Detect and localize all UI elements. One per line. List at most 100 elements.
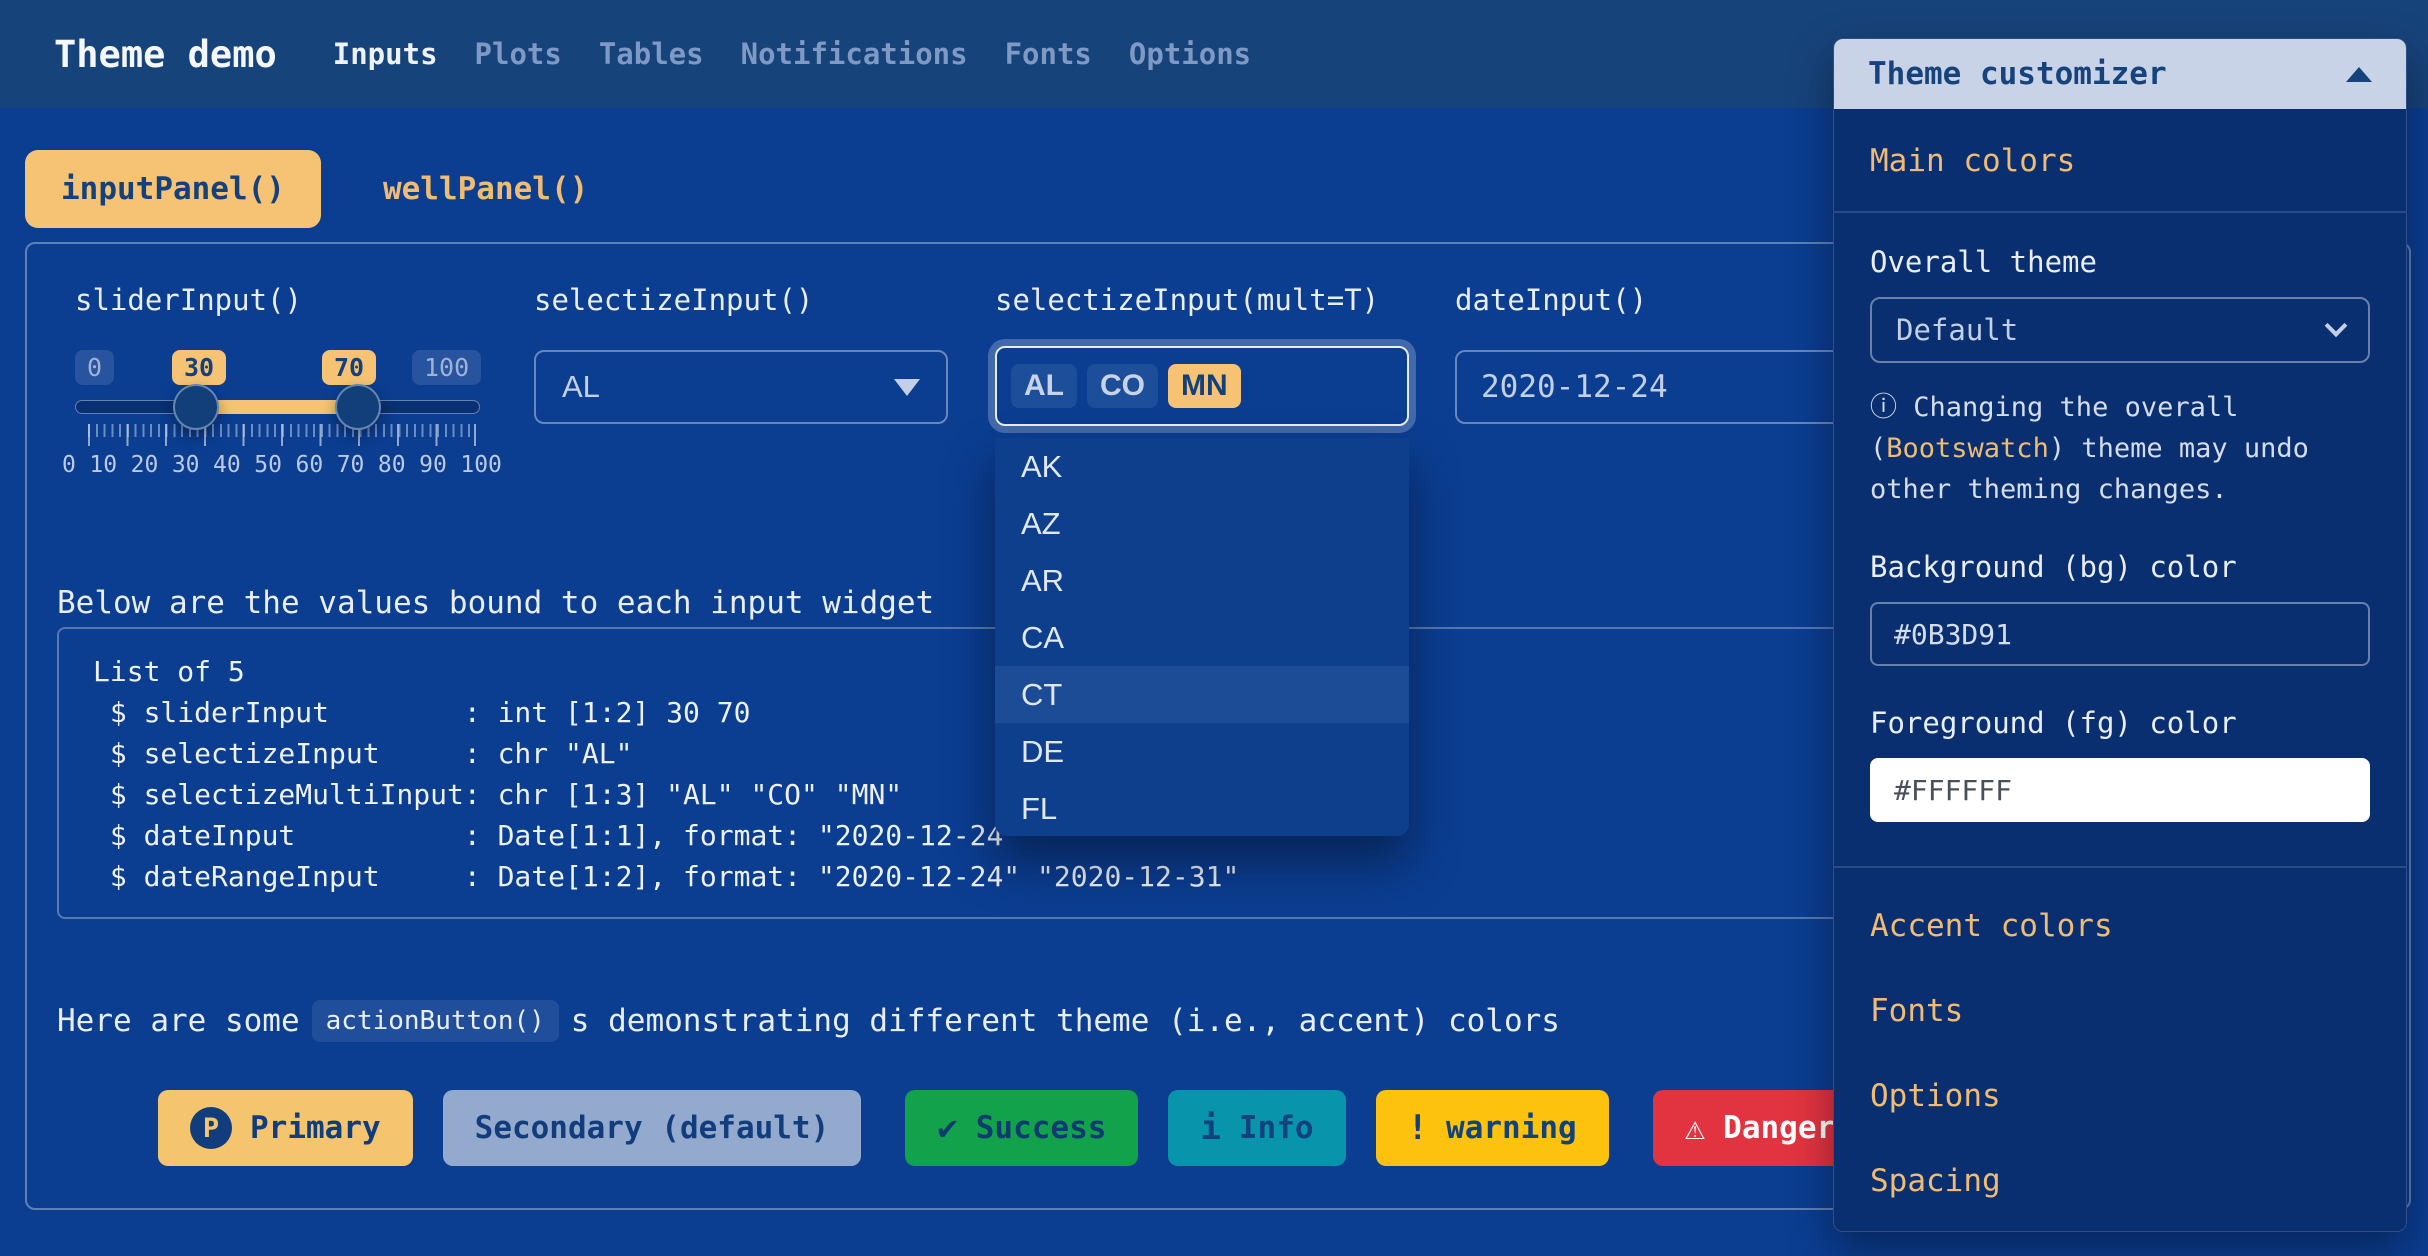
navbar-brand[interactable]: Theme demo [54, 33, 277, 76]
dropdown-option-fl[interactable]: FL [995, 780, 1409, 836]
section-link-options[interactable]: Options [1870, 1078, 2370, 1114]
nav-item-tables[interactable]: Tables [599, 37, 704, 71]
slider-tick-labels: 0 10 20 30 40 50 60 70 80 90 100 [62, 452, 502, 478]
primary-button[interactable]: P Primary [158, 1090, 413, 1166]
multi-select-label: selectizeInput(mult=T) [995, 283, 1379, 317]
bg-color-value: #0B3D91 [1894, 618, 2012, 651]
secondary-button[interactable]: Secondary (default) [443, 1090, 862, 1166]
caret-down-icon [894, 379, 920, 396]
slider-handle-from[interactable] [173, 384, 219, 430]
section-link-spacing[interactable]: Spacing [1870, 1163, 2370, 1199]
overall-theme-label: Overall theme [1870, 245, 2370, 279]
warning-button[interactable]: ! warning [1376, 1090, 1609, 1166]
selected-tag-mn[interactable]: MN [1168, 364, 1241, 408]
nav-item-options[interactable]: Options [1129, 37, 1251, 71]
divider [1834, 866, 2406, 868]
tick-label: 0 [62, 452, 76, 478]
nav-item-fonts[interactable]: Fonts [1005, 37, 1092, 71]
dropdown-option-ak[interactable]: AK [995, 438, 1409, 495]
action-button-row: P Primary Secondary (default) ✔ Success … [158, 1090, 1867, 1166]
danger-button-label: Danger [1723, 1110, 1835, 1146]
select-label: selectizeInput() [534, 283, 813, 317]
section-link-main-colors[interactable]: Main colors [1870, 143, 2370, 179]
nav-item-inputs[interactable]: Inputs [333, 37, 438, 71]
slider-max-badge: 100 [412, 350, 481, 385]
section-link-accent-colors[interactable]: Accent colors [1870, 908, 2370, 944]
slider-to-badge: 70 [322, 350, 376, 385]
exclamation-icon: ! [1408, 1108, 1428, 1148]
multi-select-control[interactable]: AL CO MN [995, 346, 1409, 426]
theme-customizer-panel: Theme customizer Main colors Overall the… [1833, 38, 2407, 1232]
nav-item-notifications[interactable]: Notifications [741, 37, 968, 71]
slider-selected-range[interactable] [196, 400, 358, 414]
customizer-title: Theme customizer [1868, 56, 2167, 92]
selected-tag-al[interactable]: AL [1011, 364, 1077, 408]
info-button-label: Info [1239, 1110, 1314, 1146]
nav-item-plots[interactable]: Plots [475, 37, 562, 71]
app-root: Theme demo Inputs Plots Tables Notificat… [0, 0, 2428, 1256]
actions-intro-prefix: Here are some [57, 1003, 300, 1039]
overall-theme-value: Default [1896, 313, 2018, 347]
actions-intro-suffix: s demonstrating different theme (i.e., a… [571, 1003, 1560, 1039]
tick-label: 40 [213, 452, 241, 478]
select-value: AL [562, 369, 600, 405]
actions-intro: Here are some actionButton() s demonstra… [57, 1000, 1560, 1042]
overall-theme-select[interactable]: Default [1870, 297, 2370, 363]
info-circle-icon: ⓘ [1870, 392, 1897, 423]
warning-triangle-icon: ⚠ [1685, 1108, 1705, 1148]
slider-min-badge: 0 [75, 350, 114, 385]
slider-from-badge: 30 [172, 350, 226, 385]
tick-label: 20 [131, 452, 159, 478]
dropdown-option-az[interactable]: AZ [995, 495, 1409, 552]
fg-color-label: Foreground (fg) color [1870, 706, 2370, 740]
customizer-section-links: Accent colors Fonts Options Spacing [1870, 908, 2370, 1199]
select-control[interactable]: AL [534, 350, 948, 424]
dropdown-option-de[interactable]: DE [995, 723, 1409, 780]
slider-label: sliderInput() [75, 283, 302, 317]
tick-label: 70 [337, 452, 365, 478]
bootswatch-note: ⓘ Changing the overall (Bootswatch) them… [1870, 387, 2370, 510]
section-link-fonts[interactable]: Fonts [1870, 993, 2370, 1029]
date-value: 2020-12-24 [1481, 369, 1668, 405]
tab-bar: inputPanel() wellPanel() [25, 150, 624, 228]
customizer-header[interactable]: Theme customizer [1834, 39, 2406, 109]
values-intro: Below are the values bound to each input… [57, 585, 934, 621]
selected-tag-co[interactable]: CO [1087, 364, 1158, 408]
dropdown-option-ar[interactable]: AR [995, 552, 1409, 609]
tab-wellpanel[interactable]: wellPanel() [347, 150, 624, 228]
tick-label: 80 [378, 452, 406, 478]
info-i-icon: i [1200, 1108, 1220, 1148]
bootswatch-link[interactable]: Bootswatch [1886, 433, 2049, 464]
tick-label: 60 [295, 452, 323, 478]
tab-inputpanel[interactable]: inputPanel() [25, 150, 321, 228]
p-circle-icon: P [190, 1107, 232, 1149]
dropdown-option-ct[interactable]: CT [995, 666, 1409, 723]
tick-label: 100 [460, 452, 502, 478]
date-input[interactable]: 2020-12-24 [1455, 350, 1875, 424]
bg-color-input[interactable]: #0B3D91 [1870, 602, 2370, 666]
slider-handle-to[interactable] [335, 384, 381, 430]
warning-button-label: warning [1446, 1110, 1577, 1146]
chevron-down-icon [2325, 314, 2348, 337]
collapse-caret-icon [2346, 67, 2372, 82]
dropdown-option-ca[interactable]: CA [995, 609, 1409, 666]
divider [1834, 211, 2406, 213]
secondary-button-label: Secondary (default) [475, 1110, 830, 1146]
info-button[interactable]: i Info [1168, 1090, 1345, 1166]
slider-ticks-major [88, 424, 476, 446]
bg-color-label: Background (bg) color [1870, 550, 2370, 584]
tick-label: 50 [254, 452, 282, 478]
actions-intro-code: actionButton() [312, 1000, 559, 1042]
check-icon: ✔ [937, 1108, 957, 1148]
customizer-body: Main colors Overall theme Default ⓘ Chan… [1834, 109, 2406, 1199]
tick-label: 10 [89, 452, 117, 478]
success-button[interactable]: ✔ Success [905, 1090, 1138, 1166]
fg-color-value: #FFFFFF [1894, 774, 2012, 807]
success-button-label: Success [976, 1110, 1107, 1146]
tick-label: 30 [172, 452, 200, 478]
date-label: dateInput() [1455, 283, 1647, 317]
fg-color-input[interactable]: #FFFFFF [1870, 758, 2370, 822]
primary-button-label: Primary [250, 1110, 381, 1146]
tick-label: 90 [419, 452, 447, 478]
multi-select-dropdown: AK AZ AR CA CT DE FL [995, 438, 1409, 836]
